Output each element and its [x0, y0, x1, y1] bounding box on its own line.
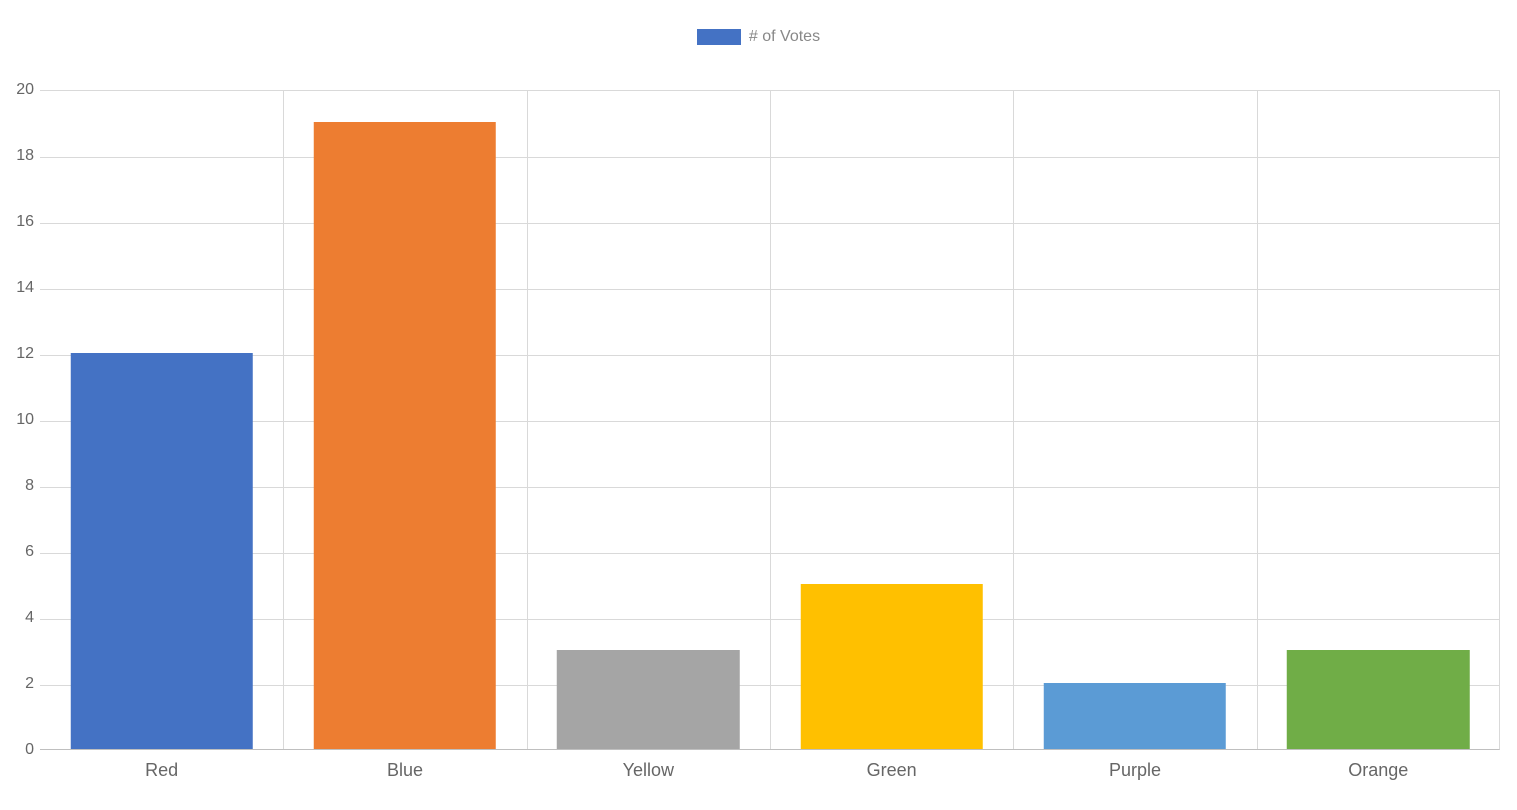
x-tick-label: Orange [1257, 760, 1500, 790]
y-tick-label: 10 [0, 411, 34, 429]
bar[interactable] [800, 584, 982, 749]
bar-slot [40, 91, 283, 749]
x-tick-label: Green [770, 760, 1013, 790]
y-tick-label: 2 [0, 675, 34, 693]
x-axis-labels: RedBlueYellowGreenPurpleOrange [40, 760, 1500, 790]
bar[interactable] [314, 122, 496, 749]
y-tick-label: 8 [0, 477, 34, 495]
bar-slot [1013, 91, 1256, 749]
bar[interactable] [70, 353, 252, 749]
x-tick-label: Yellow [527, 760, 770, 790]
x-tick-label: Red [40, 760, 283, 790]
y-tick-label: 0 [0, 741, 34, 759]
y-tick-label: 16 [0, 213, 34, 231]
bar[interactable] [1044, 683, 1226, 749]
legend-label: # of Votes [749, 28, 820, 46]
y-tick-label: 14 [0, 279, 34, 297]
y-tick-label: 4 [0, 609, 34, 627]
bar-slot [527, 91, 770, 749]
legend-swatch [697, 29, 741, 45]
bar-slot [1257, 91, 1500, 749]
chart-legend[interactable]: # of Votes [0, 28, 1517, 46]
x-tick-label: Blue [283, 760, 526, 790]
bar[interactable] [557, 650, 739, 749]
bar-slot [770, 91, 1013, 749]
y-tick-label: 18 [0, 147, 34, 165]
y-tick-label: 6 [0, 543, 34, 561]
bar-chart: # of Votes 0 2 4 6 8 10 12 14 16 18 20 RedBlueYell… [0, 0, 1517, 810]
bar-slot [283, 91, 526, 749]
plot-area [40, 90, 1500, 750]
y-tick-label: 12 [0, 345, 34, 363]
x-tick-label: Purple [1013, 760, 1256, 790]
bar[interactable] [1287, 650, 1469, 749]
y-tick-label: 20 [0, 81, 34, 99]
